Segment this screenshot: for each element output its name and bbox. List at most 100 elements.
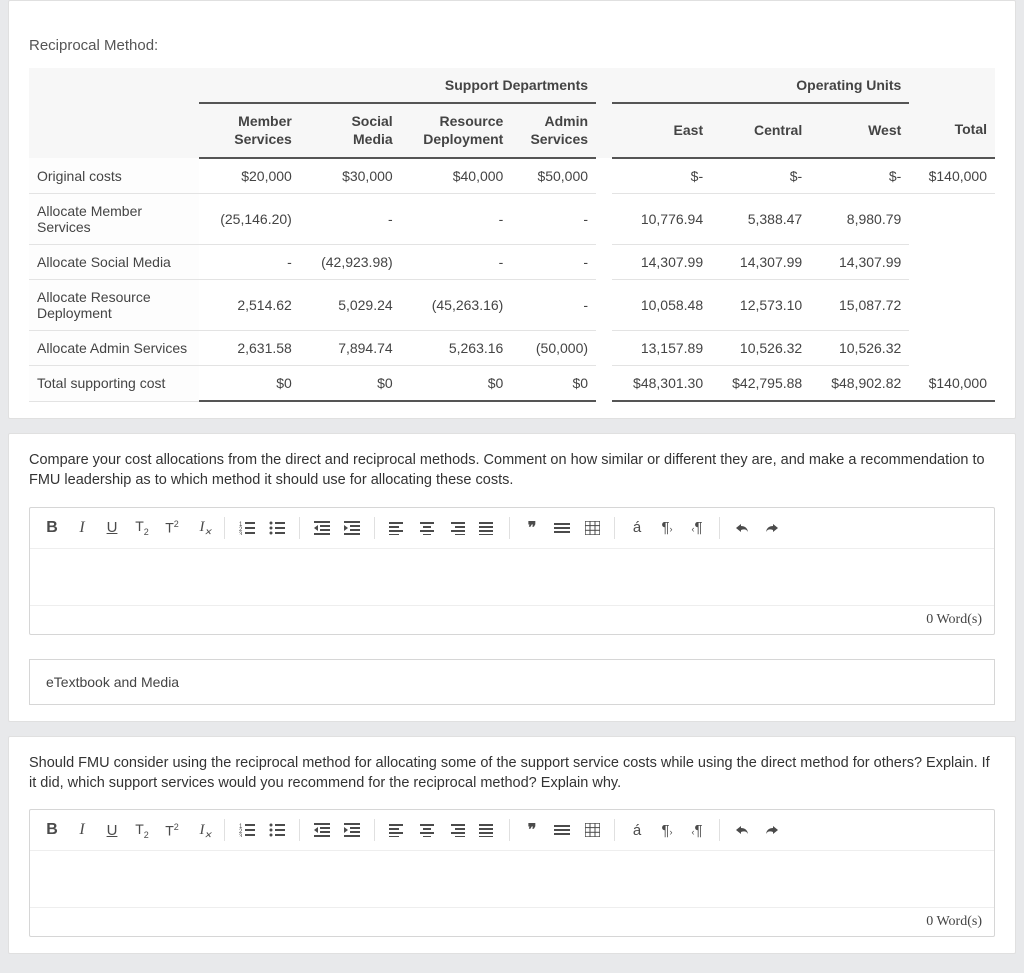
clear-format-button[interactable]: I✕ bbox=[188, 816, 216, 844]
ltr-button[interactable]: ¶› bbox=[653, 816, 681, 844]
table-cell: $0 bbox=[199, 366, 300, 402]
table-row: Allocate Member Services(25,146.20)---10… bbox=[29, 194, 995, 245]
table-row: Total supporting cost$0$0$0$0$48,301.30$… bbox=[29, 366, 995, 402]
ordered-list-button[interactable]: 123 bbox=[233, 514, 261, 542]
table-cell: (50,000) bbox=[511, 331, 596, 366]
table-row: Original costs$20,000$30,000$40,000$50,0… bbox=[29, 158, 995, 194]
special-char-button[interactable]: á bbox=[623, 514, 651, 542]
outdent-button[interactable] bbox=[308, 816, 336, 844]
underline-button[interactable]: U bbox=[98, 816, 126, 844]
table-cell: 2,631.58 bbox=[199, 331, 300, 366]
table-cell: (42,923.98) bbox=[300, 245, 401, 280]
rtl-button[interactable]: ‹¶ bbox=[683, 816, 711, 844]
clear-format-button[interactable]: I✕ bbox=[188, 514, 216, 542]
underline-button[interactable]: U bbox=[98, 514, 126, 542]
row-label: Allocate Admin Services bbox=[29, 331, 199, 366]
redo-button[interactable] bbox=[758, 816, 786, 844]
col-total: Total bbox=[909, 103, 995, 158]
table-cell: 13,157.89 bbox=[612, 331, 711, 366]
table-cell: 10,776.94 bbox=[612, 194, 711, 245]
italic-button[interactable]: I bbox=[68, 514, 96, 542]
word-count-1: 0 Word(s) bbox=[30, 605, 994, 634]
subscript-button[interactable]: T2 bbox=[128, 514, 156, 542]
table-cell: $- bbox=[810, 158, 909, 194]
table-cell: $140,000 bbox=[909, 366, 995, 402]
superscript-button[interactable]: T2 bbox=[158, 816, 186, 844]
table-cell: $48,301.30 bbox=[612, 366, 711, 402]
table-cell bbox=[909, 280, 995, 331]
superscript-button[interactable]: T2 bbox=[158, 514, 186, 542]
align-right-button[interactable] bbox=[443, 514, 471, 542]
word-count-2: 0 Word(s) bbox=[30, 907, 994, 936]
bold-button[interactable]: B bbox=[38, 816, 66, 844]
align-left-button[interactable] bbox=[383, 514, 411, 542]
col-member-services: MemberServices bbox=[199, 103, 300, 158]
toolbar-separator bbox=[224, 517, 225, 539]
outdent-button[interactable] bbox=[308, 514, 336, 542]
align-justify-button[interactable] bbox=[473, 514, 501, 542]
col-west: West bbox=[810, 103, 909, 158]
table-cell: - bbox=[401, 245, 512, 280]
table-cell: 8,980.79 bbox=[810, 194, 909, 245]
table-cell: 15,087.72 bbox=[810, 280, 909, 331]
unordered-list-button[interactable] bbox=[263, 514, 291, 542]
horizontal-rule-button[interactable] bbox=[548, 514, 576, 542]
insert-table-button[interactable] bbox=[578, 514, 606, 542]
align-left-button[interactable] bbox=[383, 816, 411, 844]
toolbar-separator bbox=[374, 517, 375, 539]
toolbar-separator bbox=[509, 819, 510, 841]
etextbook-media-button[interactable]: eTextbook and Media bbox=[29, 659, 995, 705]
table-cell: $48,902.82 bbox=[810, 366, 909, 402]
align-center-button[interactable] bbox=[413, 816, 441, 844]
table-cell: (45,263.16) bbox=[401, 280, 512, 331]
table-cell: 5,029.24 bbox=[300, 280, 401, 331]
align-justify-button[interactable] bbox=[473, 816, 501, 844]
align-center-button[interactable] bbox=[413, 514, 441, 542]
col-east: East bbox=[612, 103, 711, 158]
blockquote-button[interactable]: ❞ bbox=[518, 816, 546, 844]
table-row: Allocate Resource Deployment2,514.625,02… bbox=[29, 280, 995, 331]
table-cell: 5,388.47 bbox=[711, 194, 810, 245]
toolbar-separator bbox=[299, 517, 300, 539]
undo-button[interactable] bbox=[728, 816, 756, 844]
table-cell: 10,526.32 bbox=[711, 331, 810, 366]
ltr-button[interactable]: ¶› bbox=[653, 514, 681, 542]
row-label: Original costs bbox=[29, 158, 199, 194]
rich-text-editor-1: BIUT2T2I✕123❞á¶›‹¶ 0 Word(s) bbox=[29, 507, 995, 635]
table-cell: $140,000 bbox=[909, 158, 995, 194]
redo-button[interactable] bbox=[758, 514, 786, 542]
svg-text:3: 3 bbox=[239, 532, 243, 535]
subscript-button[interactable]: T2 bbox=[128, 816, 156, 844]
table-cell: 7,894.74 bbox=[300, 331, 401, 366]
insert-table-button[interactable] bbox=[578, 816, 606, 844]
table-cell: 5,263.16 bbox=[401, 331, 512, 366]
table-row: Allocate Social Media-(42,923.98)--14,30… bbox=[29, 245, 995, 280]
table-row: Allocate Admin Services2,631.587,894.745… bbox=[29, 331, 995, 366]
blockquote-button[interactable]: ❞ bbox=[518, 514, 546, 542]
row-label: Allocate Social Media bbox=[29, 245, 199, 280]
col-admin-services: AdminServices bbox=[511, 103, 596, 158]
ordered-list-button[interactable]: 123 bbox=[233, 816, 261, 844]
bold-button[interactable]: B bbox=[38, 514, 66, 542]
unordered-list-button[interactable] bbox=[263, 816, 291, 844]
table-cell bbox=[909, 331, 995, 366]
toolbar-separator bbox=[509, 517, 510, 539]
horizontal-rule-button[interactable] bbox=[548, 816, 576, 844]
toolbar-separator bbox=[614, 517, 615, 539]
row-label: Allocate Member Services bbox=[29, 194, 199, 245]
indent-button[interactable] bbox=[338, 816, 366, 844]
undo-button[interactable] bbox=[728, 514, 756, 542]
section-title: Reciprocal Method: bbox=[29, 37, 995, 54]
table-cell: $- bbox=[711, 158, 810, 194]
col-group-operating: Operating Units bbox=[612, 68, 909, 103]
editor-textarea-1[interactable] bbox=[30, 549, 994, 605]
special-char-button[interactable]: á bbox=[623, 816, 651, 844]
toolbar-separator bbox=[719, 517, 720, 539]
align-right-button[interactable] bbox=[443, 816, 471, 844]
editor-textarea-2[interactable] bbox=[30, 851, 994, 907]
indent-button[interactable] bbox=[338, 514, 366, 542]
table-cell: - bbox=[401, 194, 512, 245]
reciprocal-method-card: Reciprocal Method: Support Departments O… bbox=[8, 0, 1016, 419]
italic-button[interactable]: I bbox=[68, 816, 96, 844]
rtl-button[interactable]: ‹¶ bbox=[683, 514, 711, 542]
